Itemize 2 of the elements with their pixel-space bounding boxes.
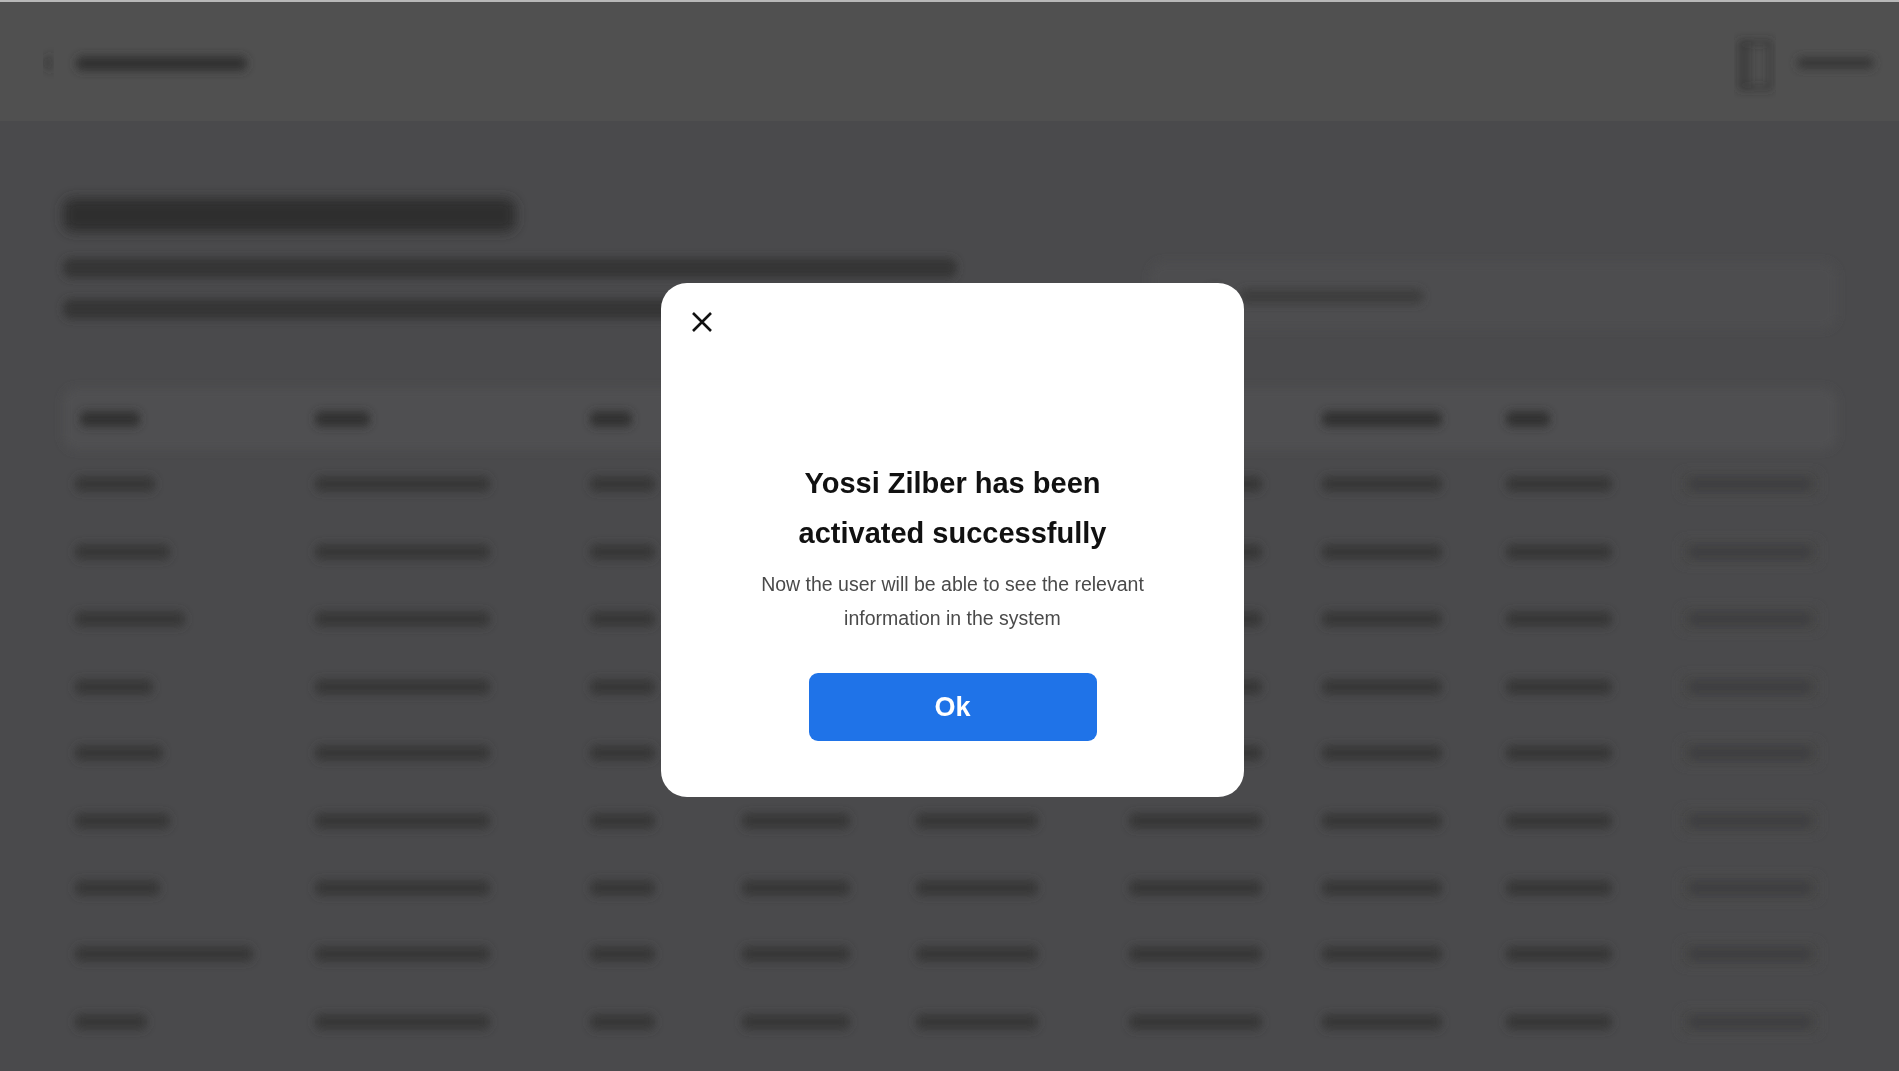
dialog-title: Yossi Zilber has been activated successfully <box>797 466 1108 551</box>
dialog-message: Now the user will be able to see the relevant information in the system <box>760 572 1145 631</box>
